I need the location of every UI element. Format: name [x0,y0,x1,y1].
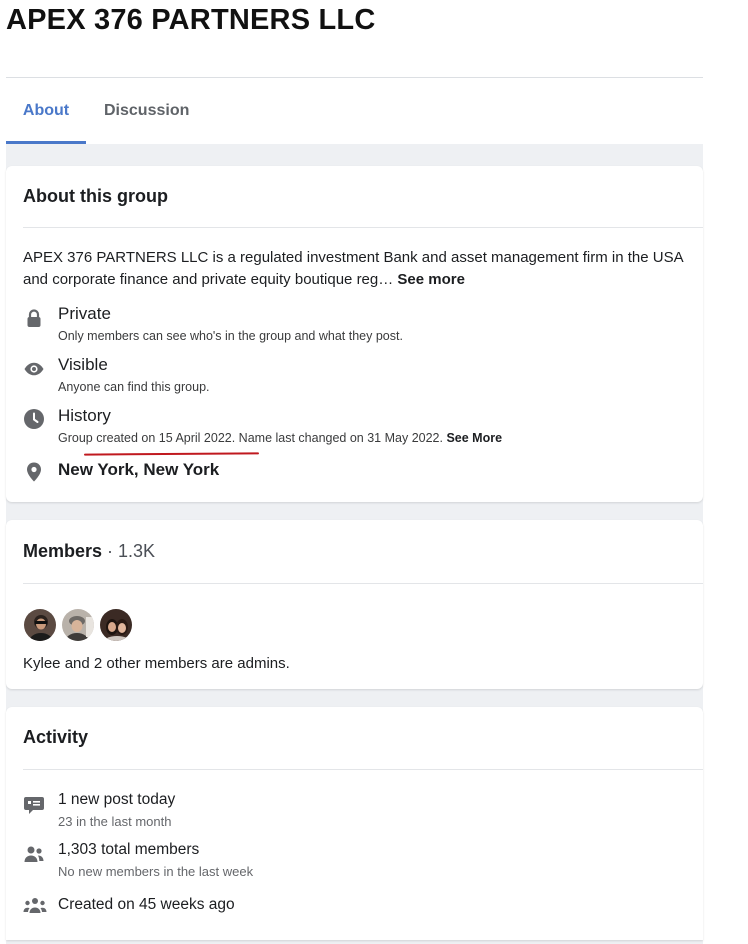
privacy-subtitle: Only members can see who's in the group … [58,329,403,343]
tab-about[interactable]: About [6,78,86,144]
history-title: History [58,406,111,425]
avatar[interactable] [23,608,57,642]
avatar[interactable] [99,608,133,642]
see-more-link[interactable]: See more [397,271,465,288]
tab-bar: About Discussion [6,78,703,144]
group-description: APEX 376 PARTNERS LLC is a regulated inv… [23,247,703,291]
history-subtitle-text: Group created on 15 April 2022. Name las… [58,431,443,445]
history-see-more-link[interactable]: See More [446,431,502,445]
activity-members-subtitle: No new members in the last week [58,864,254,879]
members-card: Members · 1.3K Kylee and 2 other members… [6,520,703,689]
group-icon [23,898,47,913]
activity-divider [23,769,703,770]
about-divider [23,227,703,228]
lock-icon [27,309,41,327]
members-icon [24,846,44,862]
visibility-subtitle: Anyone can find this group. [58,380,210,394]
activity-created-title: Created on 45 weeks ago [58,896,235,913]
members-heading-label: Members [23,541,103,561]
visibility-title: Visible [58,355,108,374]
activity-posts-subtitle: 23 in the last month [58,814,172,829]
members-count: · 1.3K [102,541,156,561]
privacy-title: Private [58,304,111,323]
clock-icon [24,409,44,429]
about-card: About this group APEX 376 PARTNERS LLC i… [6,166,703,502]
avatar[interactable] [61,608,95,642]
activity-heading: Activity [23,727,89,747]
about-heading: About this group [23,186,168,206]
tab-about-label: About [22,102,70,119]
members-heading[interactable]: Members · 1.3K [23,541,155,562]
members-divider [23,583,703,584]
location-pin-icon [27,462,41,482]
description-text: APEX 376 PARTNERS LLC is a regulated inv… [23,249,683,288]
activity-card: Activity 1 new post today 23 in the last… [6,707,703,940]
eye-icon [24,362,44,376]
history-subtitle: Group created on 15 April 2022. Name las… [58,431,502,445]
activity-posts-title: 1 new post today [58,791,176,808]
activity-members-title: 1,303 total members [58,841,200,858]
page-title: APEX 376 PARTNERS LLC [6,4,376,36]
red-annotation-underline [83,452,260,456]
tab-discussion-label: Discussion [104,102,190,119]
post-icon [24,797,44,814]
tab-discussion[interactable]: Discussion [104,78,189,144]
location-title: New York, New York [58,460,220,479]
admins-text: Kylee and 2 other members are admins. [23,655,290,672]
